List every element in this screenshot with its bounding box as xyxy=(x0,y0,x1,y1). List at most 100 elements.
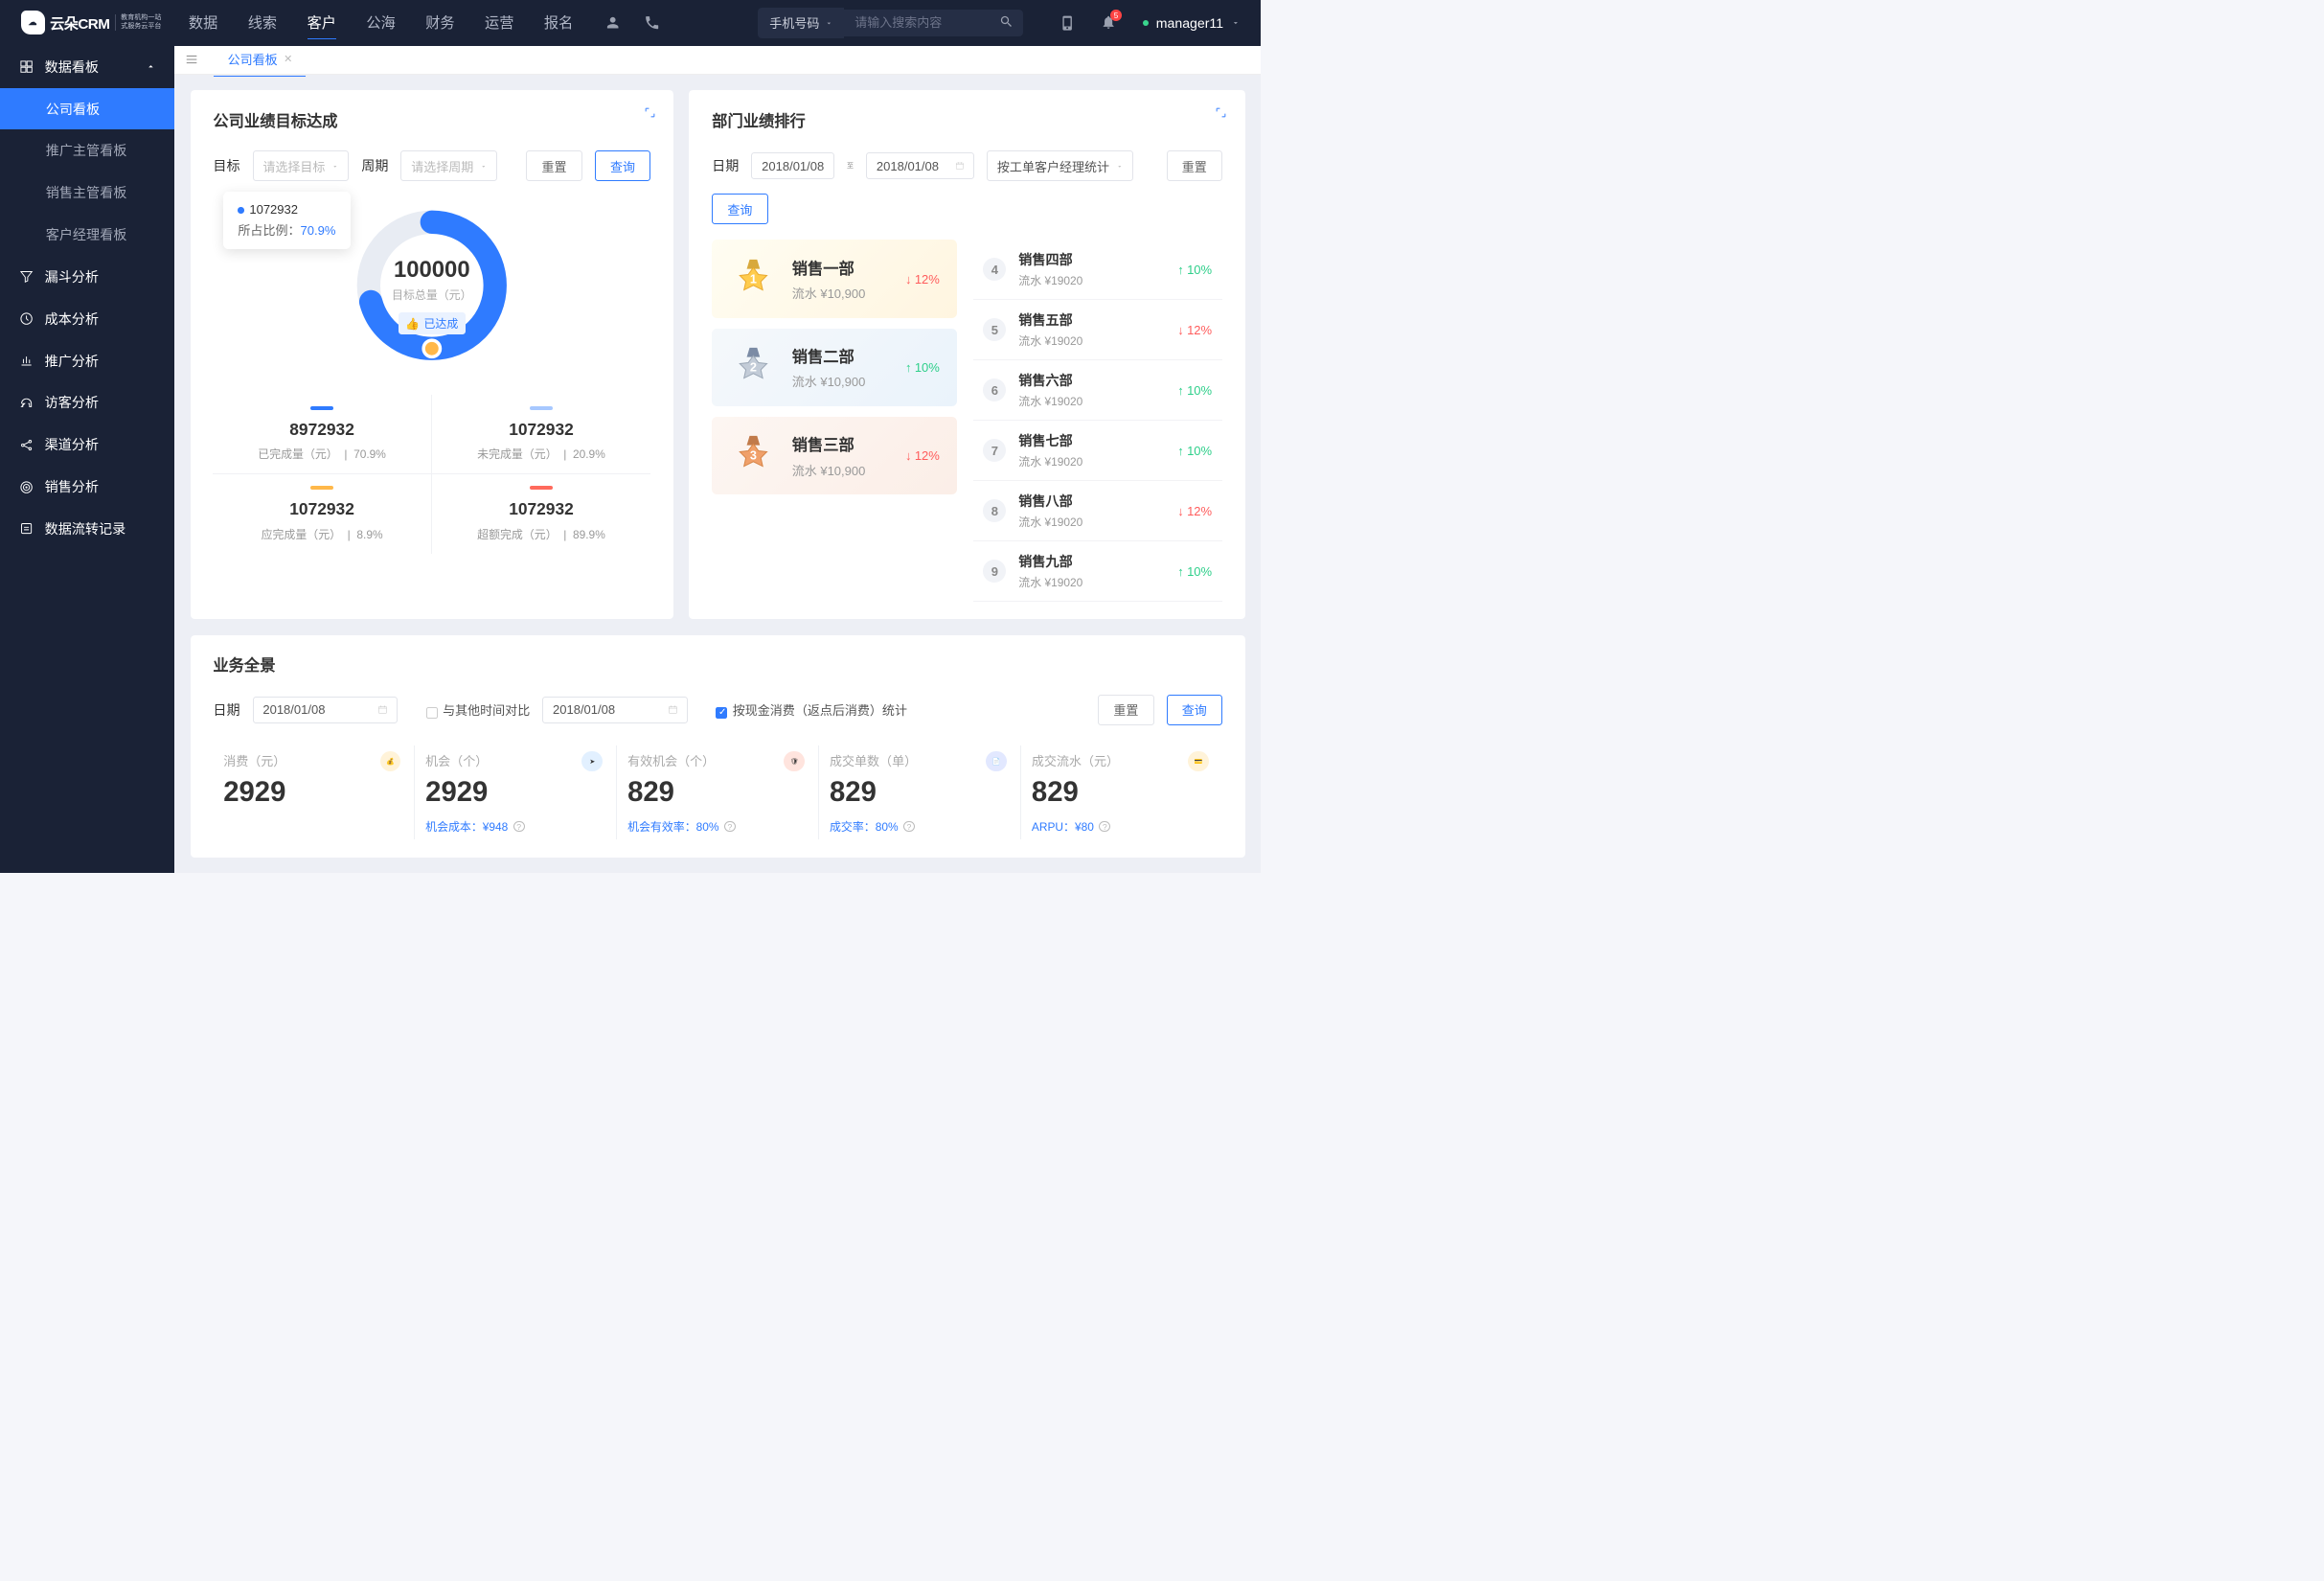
metric-valid: 🛡有效机会（个）829机会有效率：80%? xyxy=(617,745,819,839)
calendar-icon xyxy=(377,704,388,715)
help-icon[interactable]: ? xyxy=(1099,821,1110,833)
sidebar-dataflow[interactable]: 数据流转记录 xyxy=(0,508,174,550)
sidebar-group-dashboard[interactable]: 数据看板 xyxy=(0,46,174,88)
search-type-select[interactable]: 手机号码 xyxy=(758,8,844,38)
sidebar-visitor[interactable]: 访客分析 xyxy=(0,381,174,424)
funnel-icon xyxy=(19,269,34,284)
reset-button[interactable]: 重置 xyxy=(526,150,581,181)
period-select[interactable]: 请选择周期 xyxy=(400,150,497,181)
nav-finance[interactable]: 财务 xyxy=(425,7,454,39)
medal-gold-icon: 1 xyxy=(730,256,777,303)
panorama-card: 业务全景 日期 2018/01/08 与其他时间对比 2018/01/08 按现… xyxy=(191,635,1245,858)
sidebar-promo[interactable]: 推广分析 xyxy=(0,340,174,382)
metric-revenue: 💳成交流水（元）829ARPU：¥80? xyxy=(1021,745,1222,839)
sidebar-item-sales[interactable]: 销售主管看板 xyxy=(0,172,174,214)
query-button[interactable]: 查询 xyxy=(1167,695,1222,725)
nav-signup[interactable]: 报名 xyxy=(544,7,573,39)
logo-text: 云朵CRM xyxy=(50,12,109,34)
sidebar: 数据看板 公司看板 推广主管看板 销售主管看板 客户经理看板 漏斗分析 成本分析… xyxy=(0,46,174,873)
tab-company-board[interactable]: 公司看板 ✕ xyxy=(214,43,306,77)
compare-checkbox[interactable] xyxy=(426,707,438,719)
phone-icon[interactable] xyxy=(644,14,660,31)
search-icon xyxy=(999,14,1014,29)
filters: 日期 2018/01/08 至 2018/01/08 按工单客户经理统计 重置 … xyxy=(712,150,1222,224)
nav-public[interactable]: 公海 xyxy=(366,7,395,39)
dashboard-icon xyxy=(19,59,34,74)
notifications[interactable]: 5 xyxy=(1101,14,1116,32)
help-icon[interactable]: ? xyxy=(903,821,915,833)
rank-row[interactable]: 9销售九部流水 ¥19020↑ 10% xyxy=(973,541,1222,602)
rank-1-card[interactable]: 1 销售一部流水 ¥10,900 ↓ 12% xyxy=(712,240,957,317)
goal-card: 公司业绩目标达成 目标 请选择目标 周期 请选择周期 重置 查询 1072932 xyxy=(191,90,674,619)
search-input[interactable] xyxy=(844,10,990,36)
user-menu[interactable]: manager11 xyxy=(1143,15,1241,31)
close-icon[interactable]: ✕ xyxy=(284,53,292,65)
target-select[interactable]: 请选择目标 xyxy=(253,150,350,181)
tab-bar: 公司看板 ✕ xyxy=(174,46,1261,75)
mobile-icon[interactable] xyxy=(1059,15,1075,31)
card-title: 公司业绩目标达成 xyxy=(213,108,650,131)
pct-up: ↑ 10% xyxy=(905,360,940,375)
logo-icon: ☁ xyxy=(21,11,45,34)
sidebar-cost[interactable]: 成本分析 xyxy=(0,298,174,340)
cash-checkbox[interactable] xyxy=(716,707,727,719)
rank-row[interactable]: 5销售五部流水 ¥19020↓ 12% xyxy=(973,300,1222,360)
date-to[interactable]: 2018/01/08 xyxy=(866,152,974,179)
search-bar: 手机号码 xyxy=(758,8,1023,38)
sidebar-salesanalysis[interactable]: 销售分析 xyxy=(0,466,174,508)
top-nav: ☁ 云朵CRM 教育机构一站式服务云平台 数据 线索 客户 公海 财务 运营 报… xyxy=(0,0,1261,46)
sidebar-item-manager[interactable]: 客户经理看板 xyxy=(0,214,174,256)
help-icon[interactable]: ? xyxy=(513,821,525,833)
chevron-down-icon xyxy=(480,163,488,171)
sidebar-funnel[interactable]: 漏斗分析 xyxy=(0,256,174,298)
period-label: 周期 xyxy=(361,156,388,175)
reset-button[interactable]: 重置 xyxy=(1098,695,1153,725)
nav-customers[interactable]: 客户 xyxy=(308,7,336,39)
help-icon[interactable]: ? xyxy=(724,821,736,833)
date1-input[interactable]: 2018/01/08 xyxy=(253,697,399,723)
expand-icon[interactable] xyxy=(644,106,656,119)
stat-over: 1072932超额完成（元） | 89.9% xyxy=(432,474,650,553)
svg-text:2: 2 xyxy=(749,360,756,374)
sidebar-item-company[interactable]: 公司看板 xyxy=(0,88,174,130)
nav-ops[interactable]: 运营 xyxy=(485,7,513,39)
search-button[interactable] xyxy=(990,10,1023,36)
rank-2-card[interactable]: 2 销售二部流水 ¥10,900 ↑ 10% xyxy=(712,329,957,406)
share-icon xyxy=(19,438,34,452)
clock-icon xyxy=(19,311,34,326)
filters: 日期 2018/01/08 与其他时间对比 2018/01/08 按现金消费（返… xyxy=(213,695,1222,725)
chevron-up-icon xyxy=(146,61,156,72)
logo-subtitle: 教育机构一站式服务云平台 xyxy=(115,14,162,31)
reset-button[interactable]: 重置 xyxy=(1167,150,1222,181)
shield-icon: 🛡 xyxy=(784,751,805,772)
nav-data[interactable]: 数据 xyxy=(189,7,217,39)
nav-leads[interactable]: 线索 xyxy=(248,7,277,39)
card-icon: 💳 xyxy=(1188,751,1209,772)
date2-input[interactable]: 2018/01/08 xyxy=(542,697,688,723)
chevron-down-icon xyxy=(1231,18,1241,28)
headset-icon xyxy=(19,396,34,410)
card-title: 部门业绩排行 xyxy=(712,108,1222,131)
calendar-icon xyxy=(955,161,965,171)
pct-down: ↓ 12% xyxy=(905,272,940,286)
stat-mode-select[interactable]: 按工单客户经理统计 xyxy=(987,150,1133,181)
sidebar-item-promo[interactable]: 推广主管看板 xyxy=(0,129,174,172)
rank-row[interactable]: 7销售七部流水 ¥19020↑ 10% xyxy=(973,421,1222,481)
hamburger-icon[interactable] xyxy=(185,53,198,66)
rank-row[interactable]: 6销售六部流水 ¥19020↑ 10% xyxy=(973,360,1222,421)
stats-grid: 8972932已完成量（元） | 70.9% 1072932未完成量（元） | … xyxy=(213,395,650,554)
sidebar-channel[interactable]: 渠道分析 xyxy=(0,424,174,466)
query-button[interactable]: 查询 xyxy=(595,150,650,181)
person-icon[interactable] xyxy=(604,14,621,31)
rank-row[interactable]: 4销售四部流水 ¥19020↑ 10% xyxy=(973,240,1222,300)
date-label: 日期 xyxy=(213,700,239,720)
svg-text:1: 1 xyxy=(749,272,756,286)
date-from[interactable]: 2018/01/08 xyxy=(751,152,834,179)
rank-list: 1 销售一部流水 ¥10,900 ↓ 12% 2 销售二部流水 ¥10,900 … xyxy=(712,240,1222,602)
metric-cards: 💰消费（元）2929 ➤机会（个）2929机会成本：¥948? 🛡有效机会（个）… xyxy=(213,745,1222,839)
query-button[interactable]: 查询 xyxy=(712,194,767,224)
sidebar-group-label: 数据看板 xyxy=(45,57,99,77)
expand-icon[interactable] xyxy=(1215,106,1227,119)
rank-row[interactable]: 8销售八部流水 ¥19020↓ 12% xyxy=(973,481,1222,541)
rank-3-card[interactable]: 3 销售三部流水 ¥10,900 ↓ 12% xyxy=(712,417,957,494)
